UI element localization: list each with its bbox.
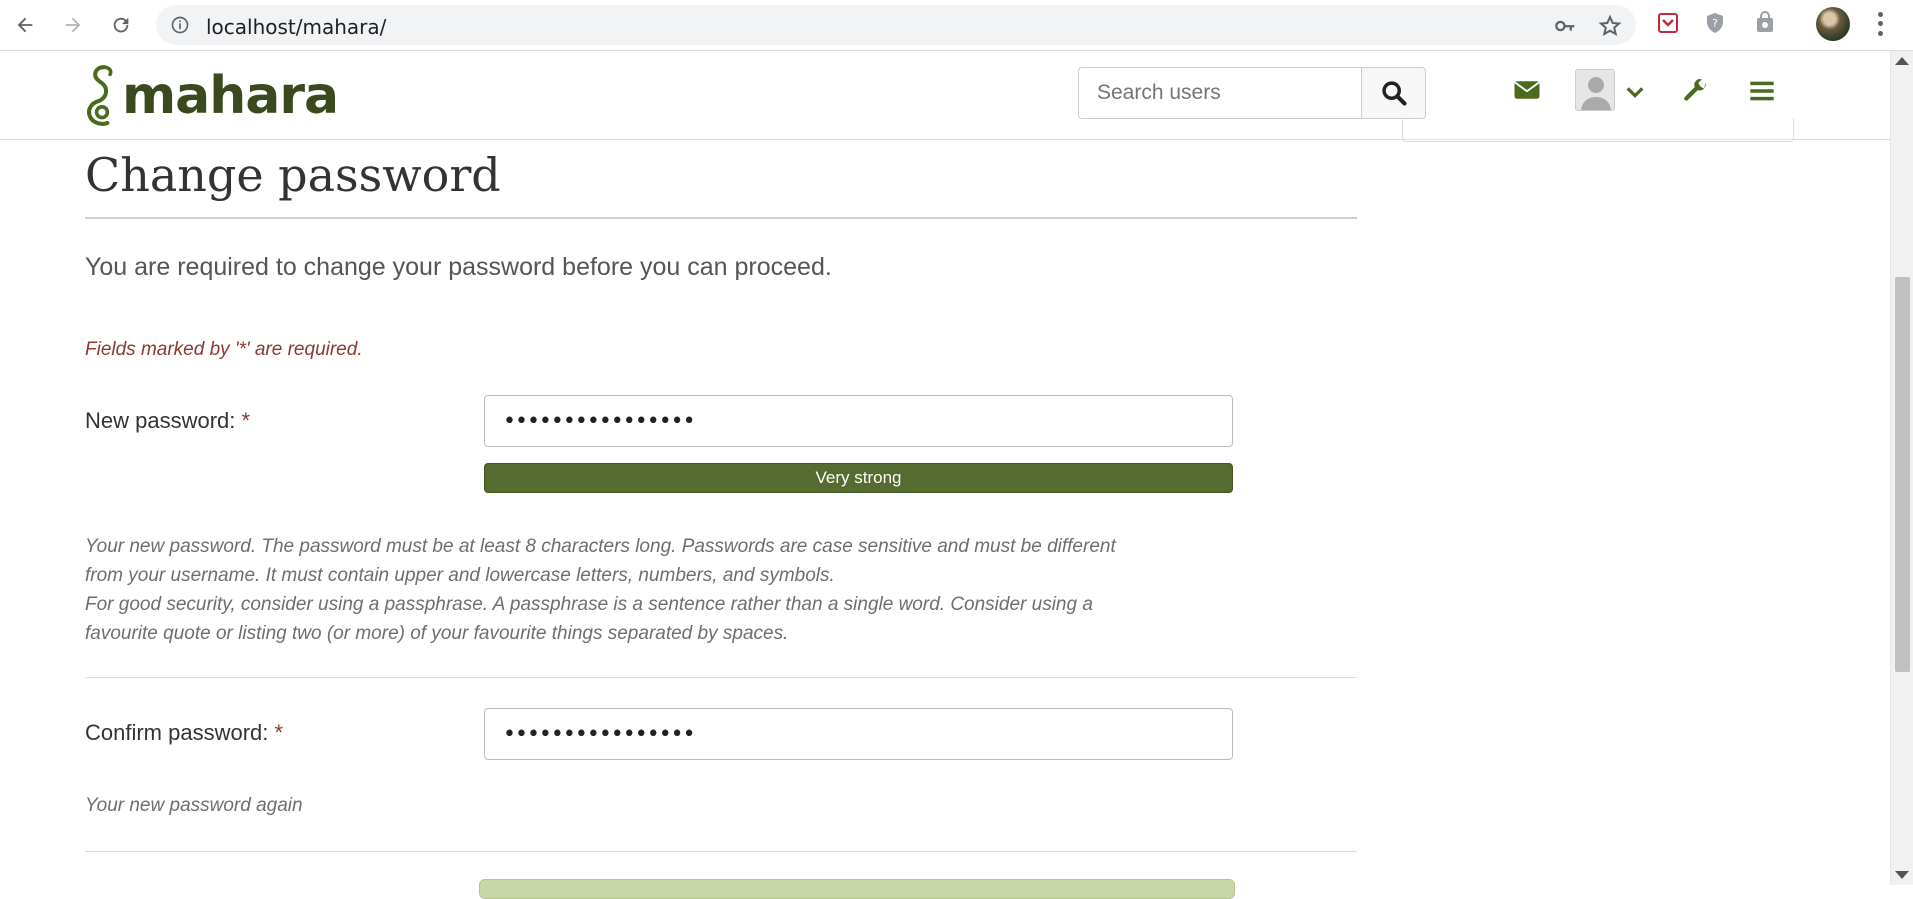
svg-text:?: ? bbox=[1712, 17, 1718, 30]
submit-button[interactable] bbox=[479, 879, 1235, 899]
user-avatar-icon[interactable] bbox=[1575, 69, 1615, 111]
new-password-input[interactable] bbox=[484, 395, 1233, 447]
confirm-password-label: Confirm password: * bbox=[85, 720, 283, 746]
user-search bbox=[1078, 67, 1428, 119]
new-password-label: New password: * bbox=[85, 408, 250, 434]
intro-text: You are required to change your password… bbox=[85, 253, 832, 281]
required-marker: * bbox=[241, 408, 251, 433]
sidebar-block-edge bbox=[1402, 118, 1794, 142]
page-scrollbar[interactable] bbox=[1890, 51, 1913, 885]
extension-shield-icon[interactable]: ? bbox=[1702, 10, 1728, 36]
password-strength-label: Very strong bbox=[815, 468, 902, 487]
reload-icon[interactable] bbox=[104, 8, 138, 42]
back-arrow-icon[interactable] bbox=[8, 8, 42, 42]
site-info-icon[interactable] bbox=[170, 15, 190, 35]
scroll-down-icon[interactable] bbox=[1895, 871, 1909, 879]
mail-icon[interactable] bbox=[1512, 75, 1542, 105]
page-title: Change password bbox=[85, 148, 501, 202]
browser-toolbar: localhost/mahara/ ? bbox=[0, 0, 1913, 51]
search-icon bbox=[1381, 81, 1407, 106]
search-button[interactable] bbox=[1361, 67, 1426, 119]
forward-arrow-icon[interactable] bbox=[56, 8, 90, 42]
bookmark-star-icon[interactable] bbox=[1598, 14, 1622, 38]
required-fields-note: Fields marked by '*' are required. bbox=[85, 339, 363, 360]
required-marker: * bbox=[274, 720, 284, 745]
profile-avatar-icon[interactable] bbox=[1816, 7, 1850, 41]
new-password-help: Your new password. The password must be … bbox=[85, 532, 1145, 648]
address-bar[interactable]: localhost/mahara/ bbox=[156, 5, 1636, 45]
confirm-password-label-text: Confirm password: bbox=[85, 720, 269, 745]
wrench-icon[interactable] bbox=[1682, 77, 1710, 105]
mahara-koru-icon bbox=[86, 65, 113, 126]
scroll-thumb[interactable] bbox=[1895, 277, 1910, 672]
extension-shopping-icon[interactable] bbox=[1752, 10, 1778, 36]
field-divider bbox=[85, 677, 1357, 678]
extension-pocket-icon[interactable] bbox=[1655, 10, 1681, 36]
hamburger-menu-icon[interactable] bbox=[1748, 77, 1776, 105]
mahara-logo[interactable]: mahara bbox=[84, 59, 339, 133]
search-users-input[interactable] bbox=[1078, 67, 1362, 119]
more-menu-icon[interactable] bbox=[1868, 10, 1892, 38]
scroll-up-icon[interactable] bbox=[1895, 57, 1909, 65]
field-divider bbox=[85, 851, 1357, 852]
password-key-icon[interactable] bbox=[1554, 15, 1576, 37]
new-password-label-text: New password: bbox=[85, 408, 236, 433]
password-strength-bar: Very strong bbox=[484, 463, 1233, 493]
url-text[interactable]: localhost/mahara/ bbox=[206, 15, 386, 39]
chevron-down-icon[interactable] bbox=[1624, 81, 1646, 103]
logo-text: mahara bbox=[122, 66, 339, 126]
new-password-help-rules: Your new password. The password must be … bbox=[85, 536, 1116, 586]
confirm-password-input[interactable] bbox=[484, 708, 1233, 760]
new-password-help-passphrase: For good security, consider using a pass… bbox=[85, 594, 1093, 644]
title-divider bbox=[85, 217, 1357, 219]
confirm-password-help: Your new password again bbox=[85, 795, 303, 816]
